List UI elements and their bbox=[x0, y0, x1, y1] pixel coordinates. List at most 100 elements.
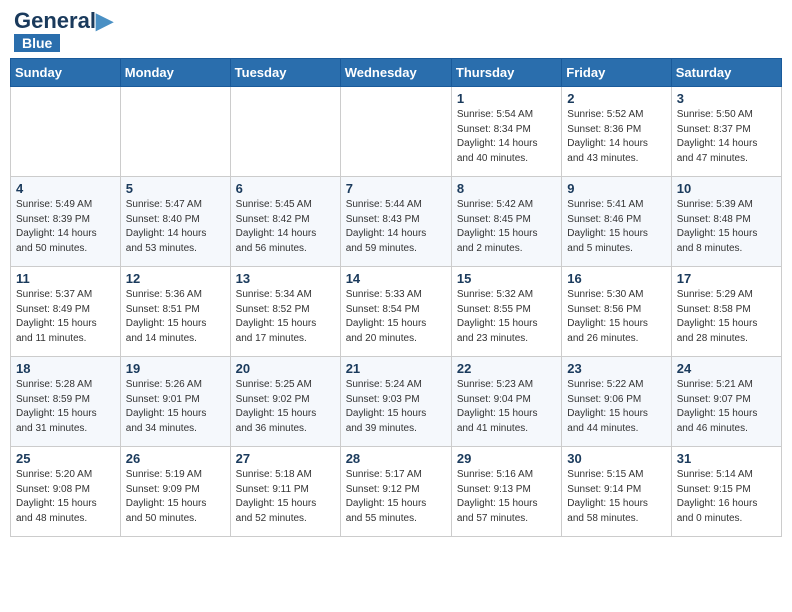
logo-general: General▶ bbox=[14, 10, 113, 32]
day-number: 9 bbox=[567, 181, 665, 196]
calendar-cell: 1Sunrise: 5:54 AM Sunset: 8:34 PM Daylig… bbox=[451, 87, 561, 177]
day-info: Sunrise: 5:26 AM Sunset: 9:01 PM Dayligh… bbox=[126, 378, 225, 436]
day-info: Sunrise: 5:14 AM Sunset: 9:15 PM Dayligh… bbox=[677, 468, 776, 526]
day-number: 28 bbox=[346, 451, 446, 466]
calendar-cell: 17 Sunrise: 5:29 AM Sunset: 8:58 PM Dayli… bbox=[671, 267, 781, 357]
day-number: 18 bbox=[16, 361, 115, 376]
calendar-cell: 7 Sunrise: 5:44 AM Sunset: 8:43 PM Daylig… bbox=[340, 177, 451, 267]
day-number: 17 bbox=[677, 271, 776, 286]
page-header: General▶ Blue bbox=[10, 10, 782, 52]
calendar-cell: 14 Sunrise: 5:33 AM Sunset: 8:54 PM Dayli… bbox=[340, 267, 451, 357]
day-info: Sunrise: 5:28 AM Sunset: 8:59 PM Dayligh… bbox=[16, 378, 115, 436]
day-info: Sunrise: 5:32 AM Sunset: 8:55 PM Dayligh… bbox=[457, 288, 556, 346]
day-info: Sunrise: 5:49 AM Sunset: 8:39 PM Dayligh… bbox=[16, 198, 115, 256]
weekday-header-friday: Friday bbox=[562, 59, 671, 87]
day-info: Sunrise: 5:25 AM Sunset: 9:02 PM Dayligh… bbox=[236, 378, 335, 436]
calendar-cell: 6 Sunrise: 5:45 AM Sunset: 8:42 PM Daylig… bbox=[230, 177, 340, 267]
day-info: Sunrise: 5:29 AM Sunset: 8:58 PM Dayligh… bbox=[677, 288, 776, 346]
weekday-header-saturday: Saturday bbox=[671, 59, 781, 87]
calendar-cell: 5Sunrise: 5:47 AM Sunset: 8:40 PM Daylig… bbox=[120, 177, 230, 267]
weekday-header-sunday: Sunday bbox=[11, 59, 121, 87]
day-number: 25 bbox=[16, 451, 115, 466]
day-info: Sunrise: 5:22 AM Sunset: 9:06 PM Dayligh… bbox=[567, 378, 665, 436]
day-number: 14 bbox=[346, 271, 446, 286]
calendar-cell: 23Sunrise: 5:22 AM Sunset: 9:06 PM Dayli… bbox=[562, 357, 671, 447]
calendar-cell bbox=[11, 87, 121, 177]
calendar-cell: 12 Sunrise: 5:36 AM Sunset: 8:51 PM Dayli… bbox=[120, 267, 230, 357]
day-number: 4 bbox=[16, 181, 115, 196]
calendar-cell: 30 Sunrise: 5:15 AM Sunset: 9:14 PM Dayli… bbox=[562, 447, 671, 537]
weekday-header-tuesday: Tuesday bbox=[230, 59, 340, 87]
day-info: Sunrise: 5:50 AM Sunset: 8:37 PM Dayligh… bbox=[677, 108, 776, 166]
calendar-cell: 22 Sunrise: 5:23 AM Sunset: 9:04 PM Dayli… bbox=[451, 357, 561, 447]
day-info: Sunrise: 5:24 AM Sunset: 9:03 PM Dayligh… bbox=[346, 378, 446, 436]
calendar-week-4: 18 Sunrise: 5:28 AM Sunset: 8:59 PM Dayli… bbox=[11, 357, 782, 447]
calendar-table: SundayMondayTuesdayWednesdayThursdayFrid… bbox=[10, 58, 782, 537]
calendar-cell: 31 Sunrise: 5:14 AM Sunset: 9:15 PM Dayli… bbox=[671, 447, 781, 537]
day-info: Sunrise: 5:45 AM Sunset: 8:42 PM Dayligh… bbox=[236, 198, 335, 256]
calendar-cell: 11 Sunrise: 5:37 AM Sunset: 8:49 PM Dayli… bbox=[11, 267, 121, 357]
calendar-cell: 25 Sunrise: 5:20 AM Sunset: 9:08 PM Dayli… bbox=[11, 447, 121, 537]
calendar-cell: 16 Sunrise: 5:30 AM Sunset: 8:56 PM Dayli… bbox=[562, 267, 671, 357]
calendar-cell: 29 Sunrise: 5:16 AM Sunset: 9:13 PM Dayli… bbox=[451, 447, 561, 537]
day-number: 22 bbox=[457, 361, 556, 376]
day-info: Sunrise: 5:34 AM Sunset: 8:52 PM Dayligh… bbox=[236, 288, 335, 346]
day-number: 13 bbox=[236, 271, 335, 286]
day-info: Sunrise: 5:39 AM Sunset: 8:48 PM Dayligh… bbox=[677, 198, 776, 256]
day-number: 6 bbox=[236, 181, 335, 196]
calendar-cell: 8Sunrise: 5:42 AM Sunset: 8:45 PM Daylig… bbox=[451, 177, 561, 267]
day-info: Sunrise: 5:18 AM Sunset: 9:11 PM Dayligh… bbox=[236, 468, 335, 526]
calendar-week-5: 25 Sunrise: 5:20 AM Sunset: 9:08 PM Dayli… bbox=[11, 447, 782, 537]
calendar-cell: 19Sunrise: 5:26 AM Sunset: 9:01 PM Dayli… bbox=[120, 357, 230, 447]
day-info: Sunrise: 5:44 AM Sunset: 8:43 PM Dayligh… bbox=[346, 198, 446, 256]
day-number: 1 bbox=[457, 91, 556, 106]
calendar-cell: 13 Sunrise: 5:34 AM Sunset: 8:52 PM Dayli… bbox=[230, 267, 340, 357]
calendar-cell: 2Sunrise: 5:52 AM Sunset: 8:36 PM Daylig… bbox=[562, 87, 671, 177]
day-number: 31 bbox=[677, 451, 776, 466]
calendar-cell: 3 Sunrise: 5:50 AM Sunset: 8:37 PM Daylig… bbox=[671, 87, 781, 177]
day-number: 24 bbox=[677, 361, 776, 376]
day-number: 8 bbox=[457, 181, 556, 196]
day-number: 21 bbox=[346, 361, 446, 376]
calendar-cell: 26Sunrise: 5:19 AM Sunset: 9:09 PM Dayli… bbox=[120, 447, 230, 537]
day-number: 11 bbox=[16, 271, 115, 286]
calendar-cell: 4 Sunrise: 5:49 AM Sunset: 8:39 PM Daylig… bbox=[11, 177, 121, 267]
day-info: Sunrise: 5:30 AM Sunset: 8:56 PM Dayligh… bbox=[567, 288, 665, 346]
calendar-week-3: 11 Sunrise: 5:37 AM Sunset: 8:49 PM Dayli… bbox=[11, 267, 782, 357]
calendar-cell: 9 Sunrise: 5:41 AM Sunset: 8:46 PM Daylig… bbox=[562, 177, 671, 267]
day-number: 3 bbox=[677, 91, 776, 106]
day-info: Sunrise: 5:33 AM Sunset: 8:54 PM Dayligh… bbox=[346, 288, 446, 346]
calendar-cell: 24 Sunrise: 5:21 AM Sunset: 9:07 PM Dayli… bbox=[671, 357, 781, 447]
day-info: Sunrise: 5:52 AM Sunset: 8:36 PM Dayligh… bbox=[567, 108, 665, 166]
day-info: Sunrise: 5:16 AM Sunset: 9:13 PM Dayligh… bbox=[457, 468, 556, 526]
calendar-week-1: 1Sunrise: 5:54 AM Sunset: 8:34 PM Daylig… bbox=[11, 87, 782, 177]
day-info: Sunrise: 5:21 AM Sunset: 9:07 PM Dayligh… bbox=[677, 378, 776, 436]
day-number: 12 bbox=[126, 271, 225, 286]
day-number: 5 bbox=[126, 181, 225, 196]
day-info: Sunrise: 5:41 AM Sunset: 8:46 PM Dayligh… bbox=[567, 198, 665, 256]
weekday-header-thursday: Thursday bbox=[451, 59, 561, 87]
weekday-header-monday: Monday bbox=[120, 59, 230, 87]
calendar-cell: 27 Sunrise: 5:18 AM Sunset: 9:11 PM Dayli… bbox=[230, 447, 340, 537]
day-info: Sunrise: 5:20 AM Sunset: 9:08 PM Dayligh… bbox=[16, 468, 115, 526]
day-info: Sunrise: 5:19 AM Sunset: 9:09 PM Dayligh… bbox=[126, 468, 225, 526]
calendar-cell: 10Sunrise: 5:39 AM Sunset: 8:48 PM Dayli… bbox=[671, 177, 781, 267]
day-number: 29 bbox=[457, 451, 556, 466]
day-info: Sunrise: 5:36 AM Sunset: 8:51 PM Dayligh… bbox=[126, 288, 225, 346]
day-info: Sunrise: 5:15 AM Sunset: 9:14 PM Dayligh… bbox=[567, 468, 665, 526]
day-info: Sunrise: 5:23 AM Sunset: 9:04 PM Dayligh… bbox=[457, 378, 556, 436]
day-number: 30 bbox=[567, 451, 665, 466]
calendar-cell: 15Sunrise: 5:32 AM Sunset: 8:55 PM Dayli… bbox=[451, 267, 561, 357]
day-info: Sunrise: 5:37 AM Sunset: 8:49 PM Dayligh… bbox=[16, 288, 115, 346]
calendar-cell bbox=[230, 87, 340, 177]
calendar-cell bbox=[120, 87, 230, 177]
day-number: 16 bbox=[567, 271, 665, 286]
calendar-header-row: SundayMondayTuesdayWednesdayThursdayFrid… bbox=[11, 59, 782, 87]
day-number: 20 bbox=[236, 361, 335, 376]
calendar-week-2: 4 Sunrise: 5:49 AM Sunset: 8:39 PM Daylig… bbox=[11, 177, 782, 267]
day-number: 7 bbox=[346, 181, 446, 196]
calendar-cell: 20 Sunrise: 5:25 AM Sunset: 9:02 PM Dayli… bbox=[230, 357, 340, 447]
calendar-cell: 18 Sunrise: 5:28 AM Sunset: 8:59 PM Dayli… bbox=[11, 357, 121, 447]
day-number: 27 bbox=[236, 451, 335, 466]
calendar-cell bbox=[340, 87, 451, 177]
